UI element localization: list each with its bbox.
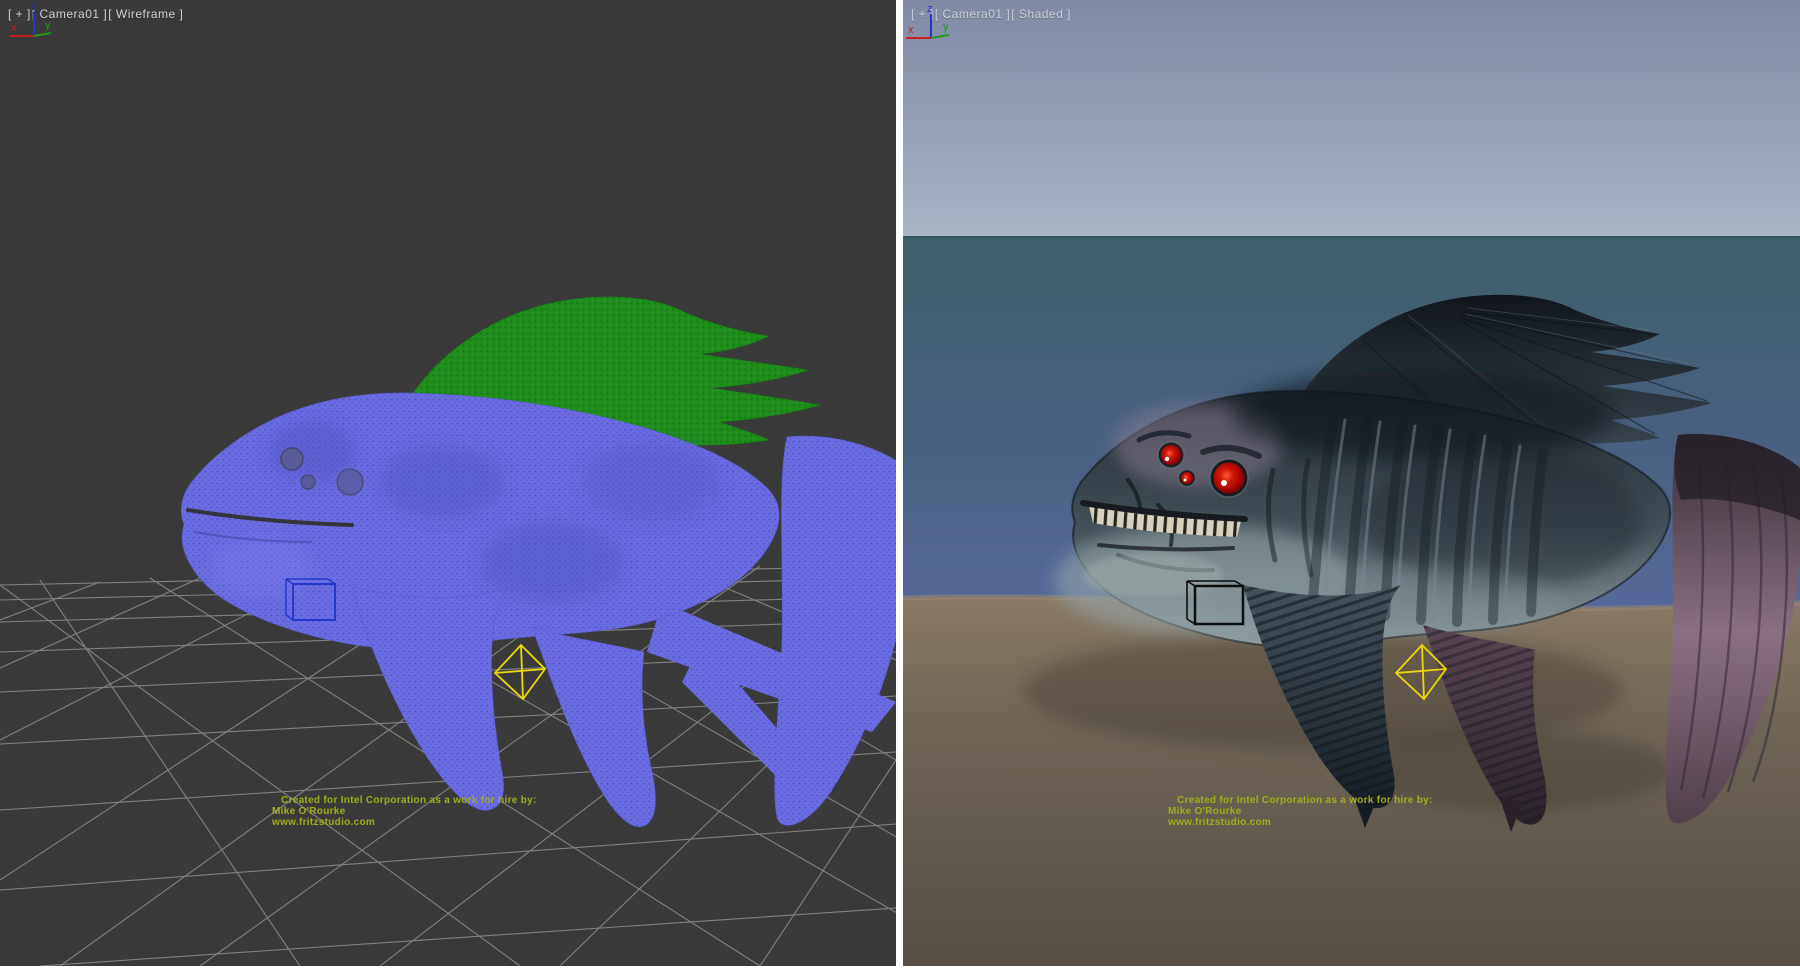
viewport-shading-button[interactable]: [ Shaded ] <box>1011 7 1071 21</box>
axis-x-label: x <box>908 24 914 36</box>
watermark-left: Created for Intel Corporation as a work … <box>272 795 537 828</box>
axis-triad-left: z x y <box>2 0 72 50</box>
viewport-divider[interactable] <box>896 0 903 966</box>
viewport-wireframe[interactable]: [ + ][ Camera01 ][ Wireframe ] Created f… <box>0 0 896 966</box>
axis-y-label: y <box>943 21 949 33</box>
helper-point-octahedron[interactable] <box>495 645 545 699</box>
axis-triad-right: z x y <box>903 0 973 50</box>
pelvic-fin-wireframe[interactable] <box>532 627 656 827</box>
watermark-line1: Created for Intel Corporation as a work … <box>1177 795 1433 806</box>
eye-large <box>1214 463 1245 494</box>
watermark-line1: Created for Intel Corporation as a work … <box>281 795 537 806</box>
pectoral-fin-wireframe[interactable] <box>352 587 510 810</box>
watermark-right: Created for Intel Corporation as a work … <box>1168 795 1433 828</box>
eye-upper <box>1161 445 1181 465</box>
axis-z-label: z <box>30 1 36 13</box>
eye-small <box>1181 472 1193 484</box>
dual-viewport-app: { "viewport_left": { "menu_label": "[ + … <box>0 0 1800 978</box>
watermark-line2: Mike O'Rourke <box>1168 806 1433 817</box>
fish-model-wireframe[interactable] <box>181 297 896 827</box>
watermark-line3: www.fritzstudio.com <box>1168 817 1433 828</box>
viewport-shading-button[interactable]: [ Wireframe ] <box>108 7 183 21</box>
sky <box>903 0 1800 236</box>
watermark-line3: www.fritzstudio.com <box>272 817 537 828</box>
viewport-shaded[interactable]: [ + ][ Camera01 ][ Shaded ] Created for … <box>903 0 1800 966</box>
bottom-border <box>0 966 1800 978</box>
axis-y-label: y <box>45 19 51 31</box>
axis-x-label: x <box>11 22 17 34</box>
axis-z-label: z <box>927 3 933 15</box>
watermark-line2: Mike O'Rourke <box>272 806 537 817</box>
